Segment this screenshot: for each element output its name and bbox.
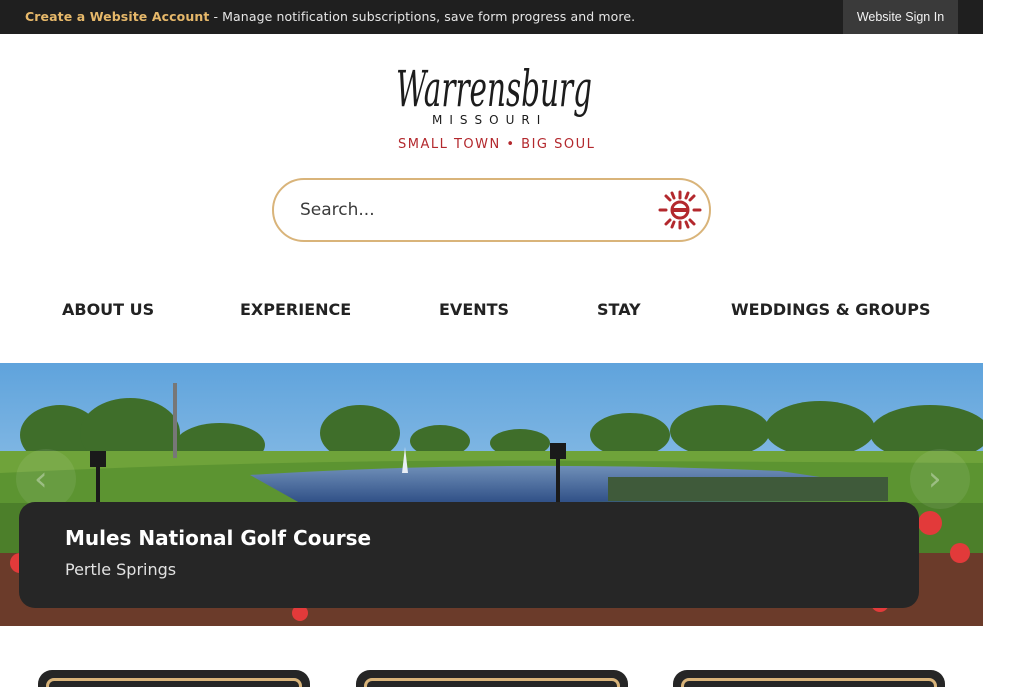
site-search xyxy=(272,178,711,242)
logo-state-text: MISSOURI xyxy=(432,113,548,127)
create-account-link[interactable]: Create a Website Account xyxy=(25,9,209,24)
chevron-left-icon: ‹ xyxy=(34,459,48,499)
logo-tagline: SMALL TOWN • BIG SOUL xyxy=(398,137,596,152)
feature-card-frame xyxy=(364,678,620,687)
nav-item-experience[interactable]: EXPERIENCE xyxy=(240,300,351,319)
feature-card-frame xyxy=(681,678,937,687)
account-banner-text: - Manage notification subscriptions, sav… xyxy=(209,9,636,24)
feature-card[interactable] xyxy=(673,670,945,687)
search-sun-icon[interactable] xyxy=(658,190,702,230)
logo-script-text: Warrensburg xyxy=(396,60,592,118)
website-sign-in-button[interactable]: Website Sign In xyxy=(843,0,958,34)
account-banner-message: Create a Website Account - Manage notifi… xyxy=(25,9,635,24)
hero-caption-subtitle: Pertle Springs xyxy=(65,560,177,579)
account-banner: Create a Website Account - Manage notifi… xyxy=(0,0,983,34)
hero-caption-title[interactable]: Mules National Golf Course xyxy=(65,526,371,550)
feature-card-frame xyxy=(46,678,302,687)
nav-item-weddings-groups[interactable]: WEDDINGS & GROUPS xyxy=(731,300,931,319)
logo-script-wordmark: Warrensburg xyxy=(396,60,592,118)
search-input[interactable] xyxy=(300,194,650,226)
slideshow-next-button[interactable]: › xyxy=(910,449,970,509)
page-edge xyxy=(983,0,1015,687)
nav-item-about-us[interactable]: ABOUT US xyxy=(62,300,154,319)
slideshow-prev-button[interactable]: ‹ xyxy=(16,449,76,509)
main-navigation: ABOUT US EXPERIENCE EVENTS STAY WEDDINGS… xyxy=(0,292,983,328)
nav-item-stay[interactable]: STAY xyxy=(597,300,641,319)
feature-card[interactable] xyxy=(38,670,310,687)
nav-item-events[interactable]: EVENTS xyxy=(439,300,509,319)
chevron-right-icon: › xyxy=(928,459,942,499)
page: Create a Website Account - Manage notifi… xyxy=(0,0,1015,687)
feature-card[interactable] xyxy=(356,670,628,687)
hero-caption: Mules National Golf Course Pertle Spring… xyxy=(19,502,919,608)
